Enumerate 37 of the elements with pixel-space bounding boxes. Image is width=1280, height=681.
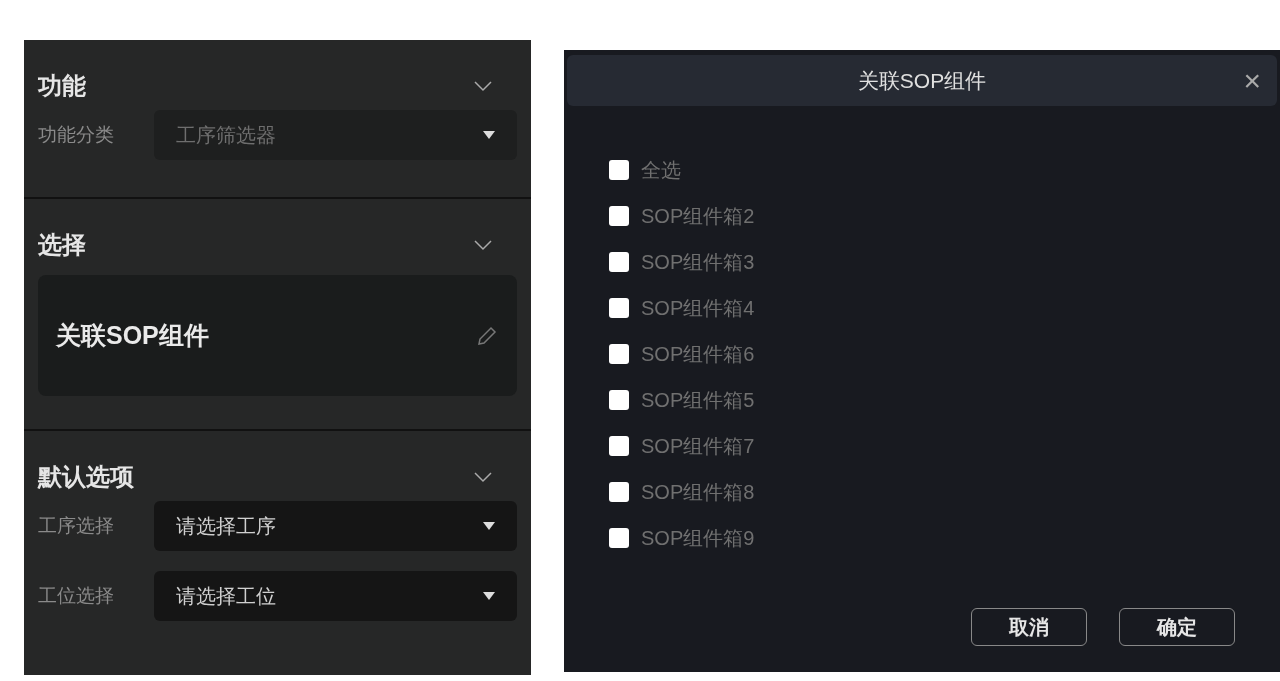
checkbox-label: SOP组件箱5 [641, 388, 755, 413]
section-title: 默认选项 [38, 462, 134, 492]
dialog-button[interactable]: 确定 [1119, 608, 1235, 646]
linked-component-card[interactable]: 关联SOP组件 [38, 275, 517, 396]
checkbox-label: SOP组件箱7 [641, 434, 755, 459]
caret-icon [483, 131, 495, 139]
chevron-icon[interactable] [473, 80, 493, 92]
checkbox-label: SOP组件箱9 [641, 526, 755, 551]
checkbox[interactable] [609, 298, 629, 318]
select-field[interactable]: 请选择工序 [154, 501, 517, 551]
checkbox[interactable] [609, 390, 629, 410]
checkbox-label: 全选 [641, 158, 681, 183]
checkbox-label: SOP组件箱2 [641, 204, 755, 229]
caret-icon [483, 522, 495, 530]
checkbox-label: SOP组件箱4 [641, 296, 755, 321]
section-title: 功能 [38, 71, 86, 101]
checkbox[interactable] [609, 436, 629, 456]
field-label: 工序选择 [38, 513, 115, 538]
caret-icon [483, 592, 495, 600]
checkbox-label: SOP组件箱3 [641, 250, 755, 275]
checkbox-label: SOP组件箱6 [641, 342, 755, 367]
chevron-icon[interactable] [473, 239, 493, 251]
close-button[interactable]: × [1243, 65, 1261, 96]
select-field[interactable]: 请选择工位 [154, 571, 517, 621]
field-label: 工位选择 [38, 583, 115, 608]
dialog-button[interactable]: 取消 [971, 608, 1087, 646]
field-label: 功能分类 [38, 122, 115, 147]
checkbox[interactable] [609, 160, 629, 180]
checkbox[interactable] [609, 252, 629, 272]
section-title: 选择 [38, 230, 86, 260]
checkbox[interactable] [609, 206, 629, 226]
dialog-title: 关联SOP组件 [857, 67, 987, 94]
checkbox[interactable] [609, 344, 629, 364]
chevron-icon[interactable] [473, 471, 493, 483]
checkbox[interactable] [609, 482, 629, 502]
checkbox-label: SOP组件箱8 [641, 480, 755, 505]
checkbox[interactable] [609, 528, 629, 548]
